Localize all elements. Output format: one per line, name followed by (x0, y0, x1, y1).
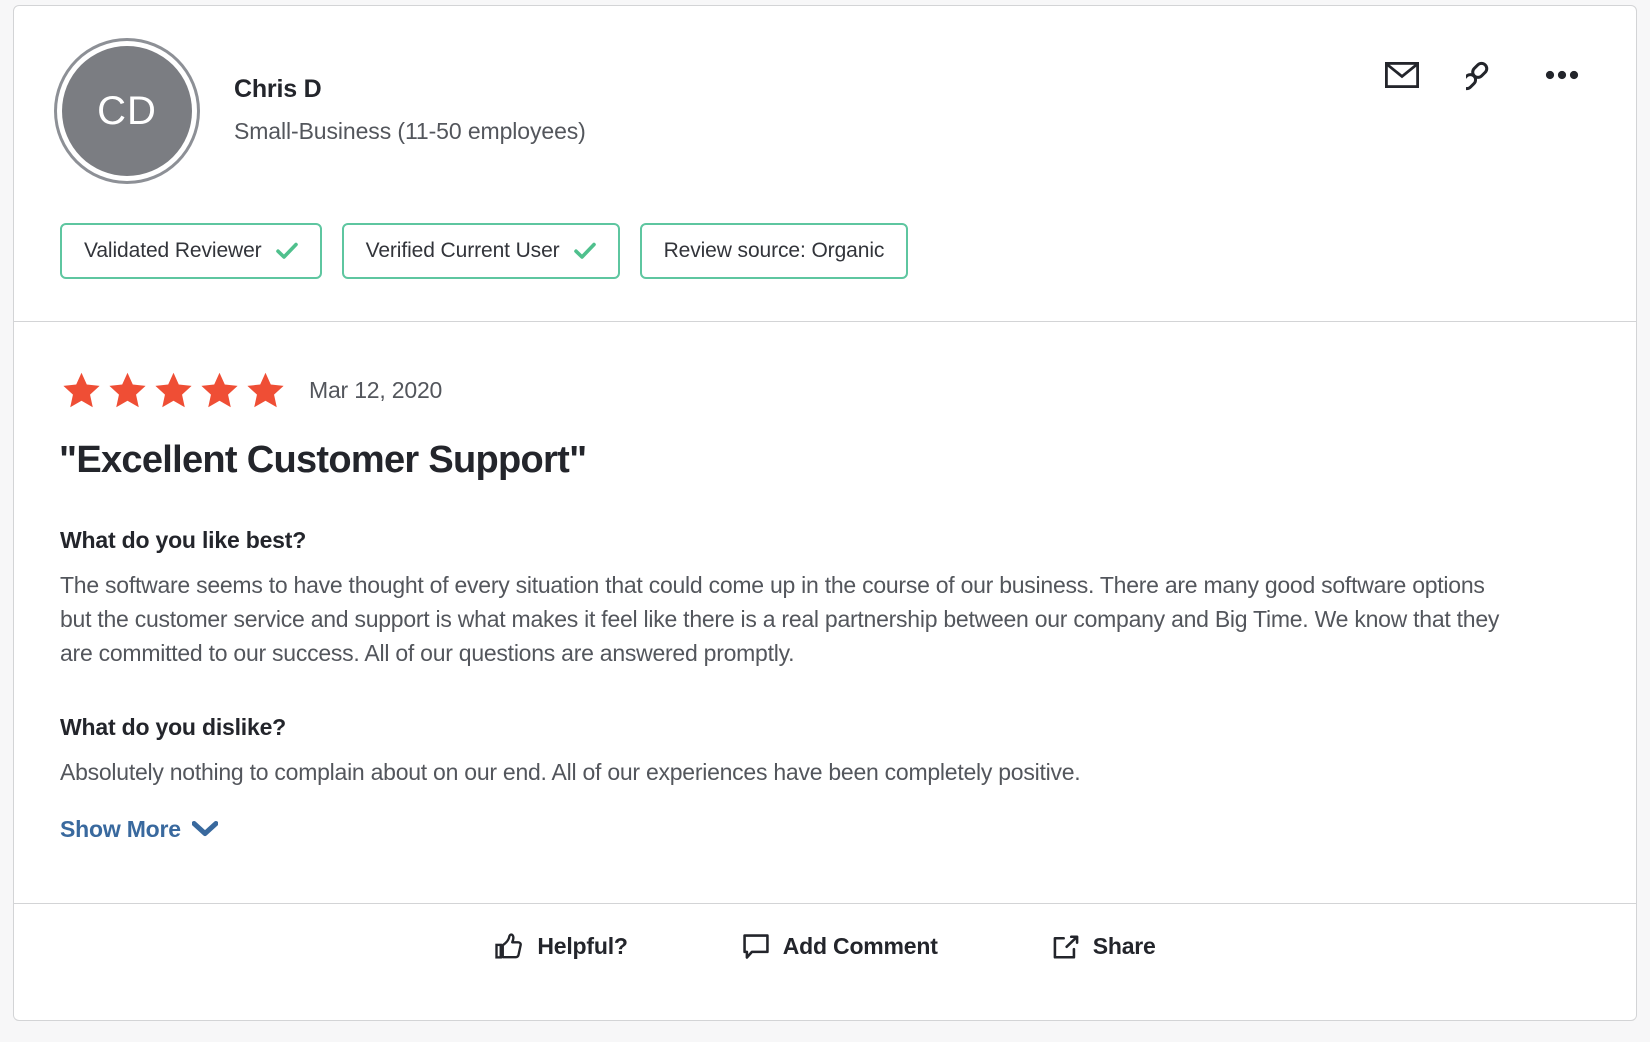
chevron-down-icon (191, 821, 218, 837)
add-comment-button[interactable]: Add Comment (742, 933, 938, 961)
badge-review-source[interactable]: Review source: Organic (639, 223, 909, 279)
reviewer-badges: Validated Reviewer Verified Current User… (58, 223, 1592, 279)
header-actions (1350, 53, 1590, 97)
thumbs-up-icon (494, 932, 524, 962)
star-icon (109, 372, 146, 408)
star-icon (247, 372, 284, 408)
badge-label: Verified Current User (365, 239, 560, 262)
star-icon (63, 372, 100, 408)
more-options-icon[interactable] (1534, 53, 1590, 97)
helpful-button[interactable]: Helpful? (494, 932, 628, 962)
review-title: "Excellent Customer Support" (59, 439, 587, 481)
review-date: Mar 12, 2020 (309, 377, 443, 403)
link-icon[interactable] (1454, 53, 1510, 97)
add-comment-label: Add Comment (782, 933, 938, 960)
rating-row: Mar 12, 2020 (58, 370, 1592, 411)
review-body: Mar 12, 2020 "Excellent Customer Support… (14, 322, 1636, 903)
question-dislike: What do you dislike? (60, 713, 287, 740)
check-icon (573, 242, 596, 260)
share-button[interactable]: Share (1052, 933, 1156, 961)
review-card: CD Chris D Small-Business (11-50 employe… (13, 5, 1637, 1021)
badge-label: Validated Reviewer (84, 239, 262, 262)
show-more-button[interactable]: Show More (58, 816, 218, 843)
show-more-label: Show More (60, 815, 181, 842)
reviewer-details: Chris D Small-Business (11-50 employees) (234, 74, 586, 149)
share-label: Share (1092, 933, 1156, 960)
check-icon (275, 242, 298, 260)
answer-dislike: Absolutely nothing to complain about on … (60, 758, 1081, 785)
share-icon (1052, 933, 1080, 961)
review-footer: Helpful? Add Comment Share (14, 904, 1636, 990)
review-header: CD Chris D Small-Business (11-50 employe… (14, 6, 1636, 321)
comment-icon (742, 933, 770, 961)
email-icon[interactable] (1374, 53, 1430, 97)
question-like-best: What do you like best? (60, 526, 307, 553)
badge-verified-current-user[interactable]: Verified Current User (341, 223, 620, 279)
reviewer-name: Chris D (234, 74, 322, 103)
star-icon (155, 372, 192, 408)
helpful-label: Helpful? (537, 933, 628, 960)
avatar: CD (62, 46, 192, 176)
star-icon (201, 372, 238, 408)
reviewer-segment: Small-Business (11-50 employees) (234, 117, 586, 144)
answer-like-best: The software seems to have thought of ev… (60, 571, 1500, 666)
badge-label: Review source: Organic (663, 239, 885, 262)
avatar-initials: CD (97, 88, 157, 133)
badge-validated-reviewer[interactable]: Validated Reviewer (60, 223, 322, 279)
star-rating (60, 370, 290, 411)
